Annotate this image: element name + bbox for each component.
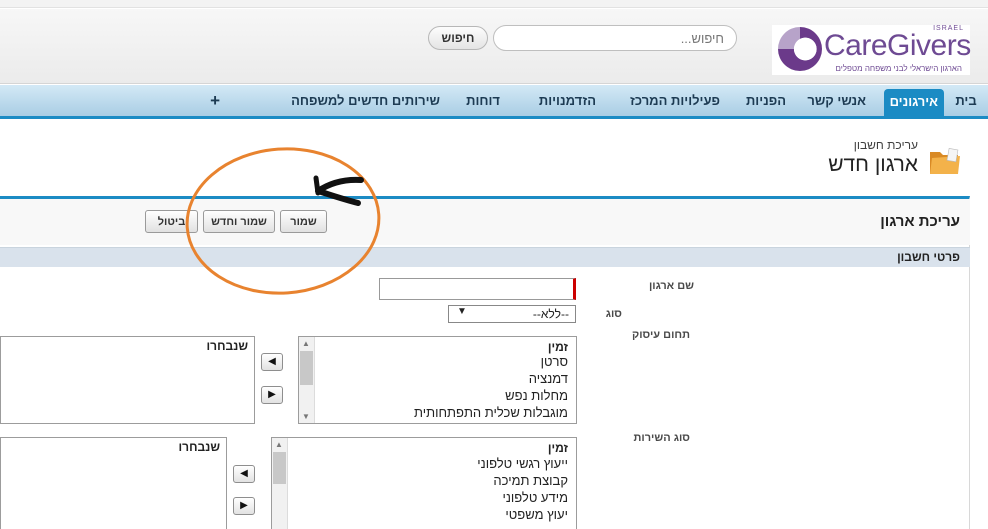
chevron-down-icon: ▼ [457, 306, 467, 317]
list-item[interactable]: מחלות נפש [505, 388, 568, 403]
move-right-button[interactable]: ▶ [261, 386, 283, 404]
service-selected-list[interactable]: שנבחרו [0, 437, 227, 529]
save-and-new-button[interactable]: שמור וחדש [203, 210, 275, 233]
move-left-button[interactable]: ◀ [261, 353, 283, 371]
move-right-button[interactable]: ▶ [233, 497, 255, 515]
tab-contacts[interactable]: אנשי קשר [807, 85, 866, 116]
search-input[interactable] [514, 30, 724, 46]
service-available-list[interactable]: ▲ זמין ייעוץ רגשי טלפוני קבוצת תמיכה מיד… [271, 437, 577, 529]
list-item[interactable]: סרטן [541, 354, 568, 369]
tab-home[interactable]: בית [948, 85, 984, 116]
move-left-button[interactable]: ◀ [233, 465, 255, 483]
type-select-value: --ללא-- [532, 307, 569, 321]
tab-center-activities[interactable]: פעילויות המרכז [630, 85, 720, 116]
list-item[interactable]: מוגבלות שכלית התפתחותית [414, 405, 568, 420]
tab-reports[interactable]: דוחות [466, 85, 500, 116]
save-button[interactable]: שמור [280, 210, 327, 233]
org-name-label: שם ארגון [648, 280, 694, 292]
address-bar-strip [0, 0, 988, 8]
tab-referrals[interactable]: הפניות [746, 85, 786, 116]
service-available-header: זמין [547, 441, 568, 455]
section-bar [0, 247, 970, 267]
tab-organizations[interactable]: אירגונים [883, 89, 944, 116]
tab-new-family-services[interactable]: שירותים חדשים למשפחה [291, 85, 440, 116]
scroll-down-icon[interactable]: ▼ [302, 412, 310, 421]
scroll-up-icon[interactable]: ▲ [302, 339, 310, 348]
arrow-left-icon: ◀ [268, 356, 276, 367]
tab-add[interactable]: + [210, 85, 220, 116]
domain-list-scrollbar[interactable]: ▲ ▼ [299, 337, 315, 423]
list-item[interactable]: ייעוץ רגשי טלפוני [477, 456, 568, 471]
cancel-button[interactable]: ביטול [145, 210, 198, 233]
site-header: CareGivers ISRAEL הארגון הישראלי לבני מש… [0, 9, 988, 84]
edit-title: עריכת ארגון [880, 213, 960, 230]
search-box [493, 25, 737, 51]
domain-available-header: זמין [547, 340, 568, 354]
tab-opportunities[interactable]: הזדמנויות [539, 85, 596, 116]
list-item[interactable]: דמנציה [529, 371, 568, 386]
type-select[interactable]: --ללא-- ▼ [448, 305, 576, 323]
arrow-left-icon: ◀ [240, 468, 248, 479]
logo-name: CareGivers [824, 29, 971, 62]
section-title: פרטי חשבון [897, 250, 960, 264]
logo-swirl-icon [778, 27, 822, 71]
type-label: סוג [605, 308, 622, 320]
arrow-right-icon: ▶ [240, 500, 248, 511]
domain-label: תחום עיסוק [632, 329, 690, 341]
logo-israel: ISRAEL [933, 25, 964, 32]
domain-available-list[interactable]: ▲ ▼ זמין סרטן דמנציה מחלות נפש מוגבלות ש… [298, 336, 577, 424]
main-nav: בית אירגונים אנשי קשר הפניות פעילויות המ… [0, 85, 988, 119]
page-title: ארגון חדש [828, 153, 918, 176]
scroll-thumb[interactable] [273, 452, 286, 484]
logo-tagline: הארגון הישראלי לבני משפחה מטפלים [835, 64, 962, 73]
service-list-scrollbar[interactable]: ▲ [272, 438, 288, 529]
service-selected-header: שנבחרו [178, 440, 220, 454]
list-item[interactable]: יעוץ משפטי [505, 507, 568, 522]
folder-icon [930, 148, 960, 174]
domain-selected-header: שנבחרו [206, 339, 248, 353]
service-type-label: סוג השירות [633, 432, 691, 444]
scroll-thumb[interactable] [300, 351, 313, 385]
annotation-arrow-stroke [313, 175, 321, 196]
org-name-input[interactable] [379, 278, 576, 300]
search-button[interactable]: חיפוש [428, 26, 488, 50]
domain-selected-list[interactable]: שנבחרו [0, 336, 255, 424]
caregivers-logo[interactable]: CareGivers ISRAEL הארגון הישראלי לבני מש… [772, 25, 971, 75]
list-item[interactable]: מידע טלפוני [502, 490, 568, 505]
page-subtitle: עריכת חשבון [853, 138, 918, 152]
list-item[interactable]: קבוצת תמיכה [493, 473, 568, 488]
arrow-right-icon: ▶ [268, 389, 276, 400]
scroll-up-icon[interactable]: ▲ [275, 440, 283, 449]
